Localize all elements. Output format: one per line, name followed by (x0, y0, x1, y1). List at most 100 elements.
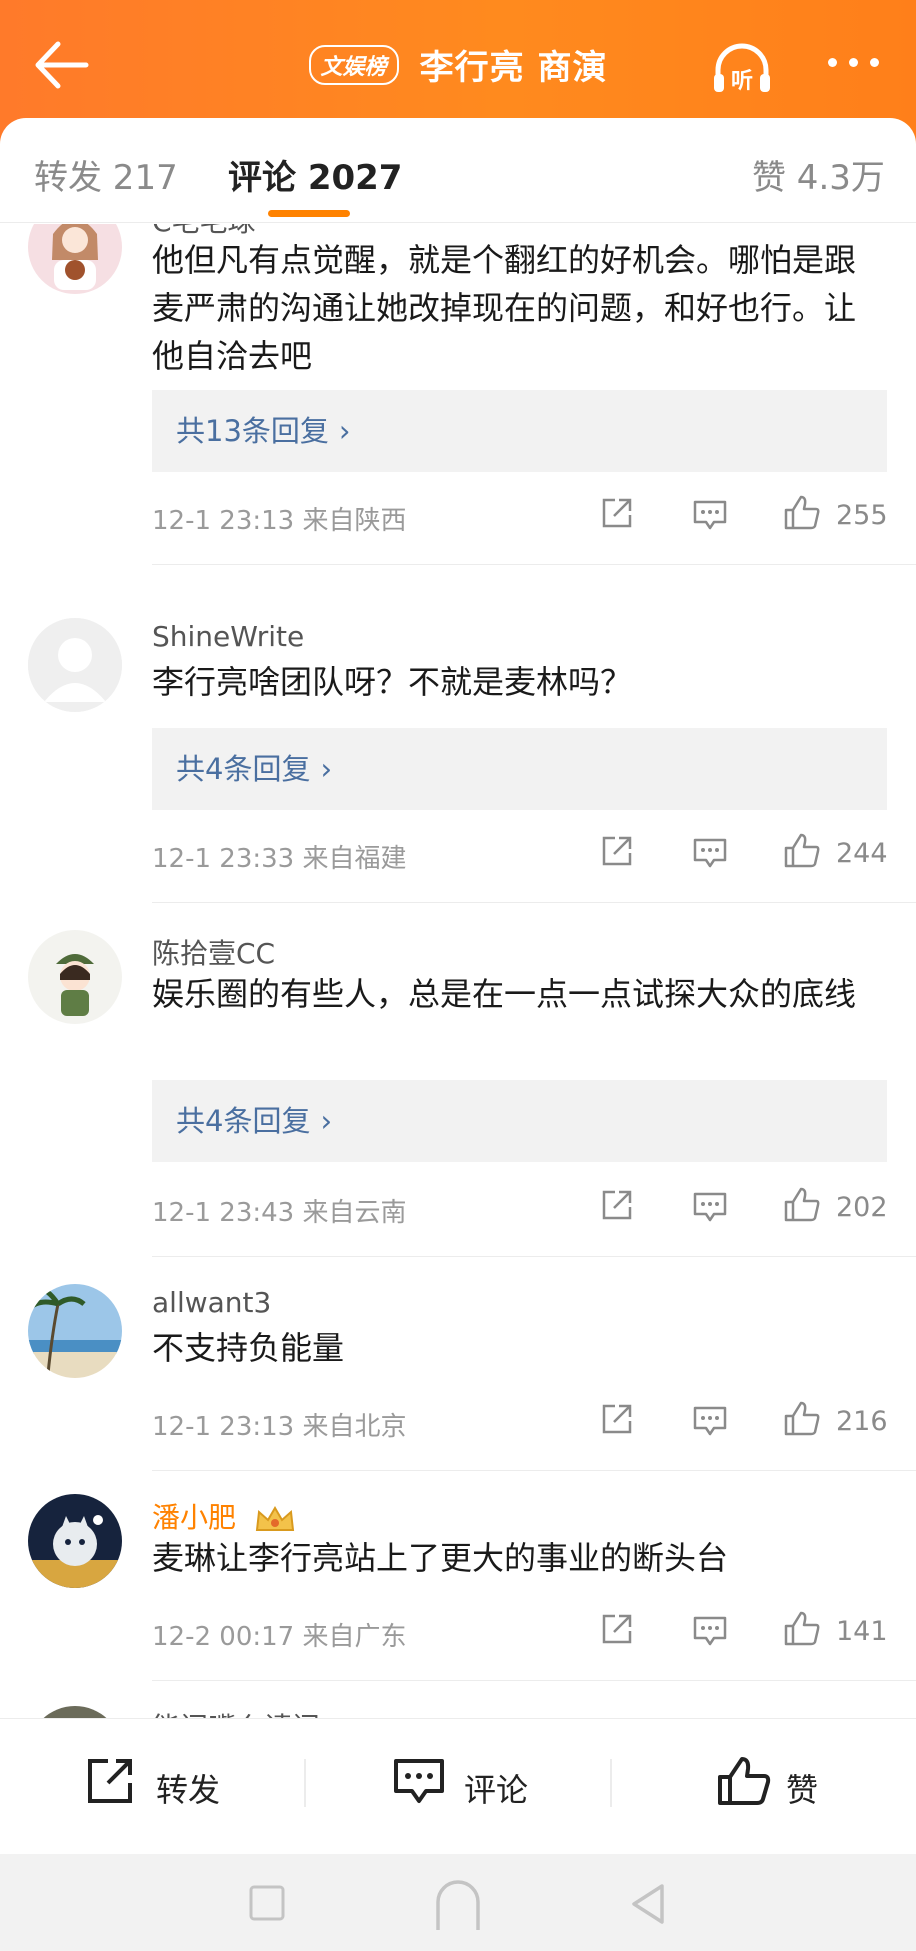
tab-repost[interactable]: 转发 217 (34, 150, 178, 199)
thumbs-up-icon (784, 833, 820, 868)
replies-link[interactable]: 共13条回复 › (152, 390, 887, 472)
comment-icon (693, 838, 727, 868)
comment-label: 评论 (464, 1771, 529, 1809)
avatar[interactable] (28, 930, 122, 1024)
replies-label: 共4条回复 (176, 752, 311, 786)
share-button[interactable] (600, 1402, 634, 1440)
share-button[interactable] (600, 496, 634, 534)
chevron-right-icon: › (320, 1104, 333, 1138)
thumbs-up-icon (784, 1187, 820, 1222)
header-title-group: 文娱榜 李行亮 商演 (0, 40, 916, 89)
thumbs-up-icon (784, 1401, 820, 1436)
like-count: 202 (836, 1192, 888, 1223)
recent-apps-icon[interactable] (248, 1884, 286, 1922)
repost-label: 转发 (156, 1771, 221, 1809)
page-title: 李行亮 商演 (419, 48, 608, 88)
comment-text: 他但凡有点觉醒，就是个翻红的好机会。哪怕是跟麦严肃的沟通让她改掉现在的问题，和好… (152, 241, 857, 375)
listen-label: 听 (731, 69, 753, 94)
username-label: 潘小肥 (152, 1501, 237, 1534)
bottom-action-bar: 转发 评论 赞 (0, 1718, 916, 1855)
comment-divider (152, 1680, 916, 1681)
listen-button[interactable]: 听 (710, 40, 774, 96)
headphone-icon: 听 (714, 43, 770, 94)
comment-text: 麦琳让李行亮站上了更大的事业的断头台 (152, 1539, 729, 1577)
thumbs-up-icon (784, 495, 820, 530)
more-dot-icon (870, 58, 879, 67)
tab-likes[interactable]: 赞 4.3万 (752, 150, 885, 199)
share-button[interactable] (600, 1188, 634, 1226)
comment-icon (693, 1406, 727, 1436)
replies-label: 共4条回复 (176, 1104, 311, 1138)
comment-button[interactable]: 评论 (392, 1755, 542, 1815)
comment-text: 李行亮啥团队呀？不就是麦林吗？ (152, 663, 633, 701)
comment-icon (693, 1192, 727, 1222)
share-button[interactable] (600, 1612, 634, 1650)
share-button[interactable] (600, 834, 634, 872)
chevron-right-icon: › (320, 752, 333, 786)
username[interactable]: allwant3 (152, 1286, 271, 1319)
share-icon (602, 836, 632, 866)
like-label: 赞 (786, 1771, 819, 1809)
share-icon (602, 1404, 632, 1434)
username[interactable]: 能闭嘴么请问 (152, 1706, 320, 1718)
reply-button[interactable] (692, 1614, 728, 1652)
divider (610, 1759, 612, 1807)
replies-link[interactable]: 共4条回复 › (152, 728, 887, 810)
comment-divider (152, 1470, 916, 1471)
avatar[interactable] (28, 1494, 122, 1588)
thumbs-up-icon (718, 1757, 771, 1805)
avatar[interactable] (28, 1284, 122, 1378)
avatar[interactable] (28, 618, 122, 712)
chevron-right-icon: › (338, 414, 351, 448)
back-nav-icon[interactable] (628, 1882, 668, 1926)
like-button[interactable] (782, 832, 822, 874)
like-count: 216 (836, 1406, 888, 1437)
username[interactable]: 潘小肥 (152, 1496, 297, 1536)
hot-list-badge[interactable]: 文娱榜 (308, 44, 399, 85)
comment-meta: 12-1 23:33 来自福建 (152, 844, 407, 874)
avatar[interactable] (28, 1706, 122, 1718)
tab-bar: 转发 217 评论 2027 赞 4.3万 (0, 118, 916, 224)
username[interactable]: 陈拾壹CC (152, 932, 275, 972)
reply-button[interactable] (692, 836, 728, 874)
home-icon[interactable] (434, 1878, 482, 1934)
thumbs-up-icon (784, 1611, 820, 1646)
comment-meta: 12-2 00:17 来自广东 (152, 1622, 407, 1652)
divider (304, 1759, 306, 1807)
reply-button[interactable] (692, 498, 728, 536)
comment-divider (152, 902, 916, 903)
comment-text: 不支持负能量 (152, 1329, 345, 1367)
comment-divider (152, 1256, 916, 1257)
like-button[interactable] (782, 494, 822, 536)
like-button[interactable] (782, 1610, 822, 1652)
comment-meta: 12-1 23:13 来自陕西 (152, 506, 407, 536)
crown-badge-icon (255, 1506, 295, 1531)
like-count: 255 (836, 500, 888, 531)
repost-button[interactable]: 转发 (84, 1755, 234, 1815)
like-button[interactable] (782, 1186, 822, 1228)
like-button[interactable] (782, 1400, 822, 1442)
like-count: 244 (836, 838, 888, 869)
comment-icon (693, 1616, 727, 1646)
tab-comments[interactable]: 评论 2027 (228, 150, 402, 199)
more-button[interactable] (826, 48, 882, 76)
system-navigation-bar (0, 1854, 916, 1951)
share-icon (88, 1759, 132, 1803)
comment-divider (152, 564, 916, 565)
username[interactable]: ShineWrite (152, 620, 304, 653)
share-icon (602, 1614, 632, 1644)
replies-link[interactable]: 共4条回复 › (152, 1080, 887, 1162)
comment-feed[interactable]: C毛毛球 他但凡有点觉醒，就是个翻红的好机会。哪怕是跟麦严肃的沟通让她改掉现在的… (0, 224, 916, 1718)
share-icon (602, 1190, 632, 1220)
like-count: 141 (836, 1616, 888, 1647)
like-post-button[interactable]: 赞 (716, 1755, 836, 1815)
reply-button[interactable] (692, 1190, 728, 1228)
reply-button[interactable] (692, 1404, 728, 1442)
share-icon (602, 498, 632, 528)
comment-text: 娱乐圈的有些人，总是在一点一点试探大众的底线 (152, 975, 857, 1013)
comment-icon (394, 1759, 444, 1803)
comment-icon (693, 500, 727, 530)
divider (0, 222, 916, 223)
replies-label: 共13条回复 (176, 414, 329, 448)
avatar[interactable] (28, 224, 122, 294)
